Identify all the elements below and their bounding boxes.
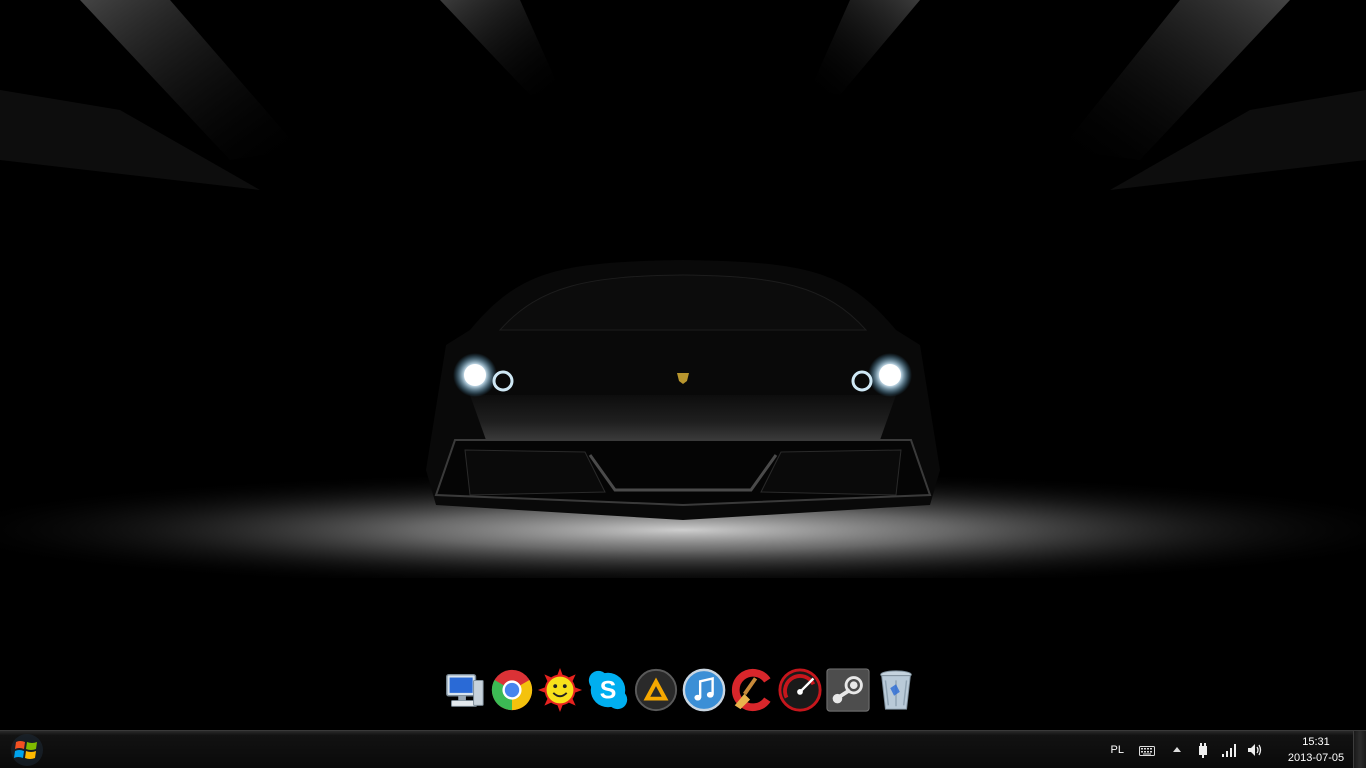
system-tray: PL 15:31 2013-07-05 <box>1111 731 1352 768</box>
steam-icon[interactable] <box>824 666 872 714</box>
show-desktop-button[interactable] <box>1353 731 1366 768</box>
speedometer-icon[interactable] <box>776 666 824 714</box>
show-hidden-icons-icon[interactable] <box>1168 741 1186 759</box>
dock: S <box>440 664 920 716</box>
chrome-icon[interactable] <box>488 666 536 714</box>
power-plug-icon[interactable] <box>1194 741 1212 759</box>
skype-icon[interactable]: S <box>584 666 632 714</box>
ccleaner-icon[interactable] <box>728 666 776 714</box>
recycle-bin-icon[interactable] <box>872 666 920 714</box>
keyboard-icon[interactable] <box>1138 741 1156 759</box>
volume-icon[interactable] <box>1246 741 1264 759</box>
start-button[interactable] <box>2 731 52 768</box>
network-signal-icon[interactable] <box>1220 741 1238 759</box>
itunes-icon[interactable] <box>680 666 728 714</box>
windows-logo-icon <box>11 733 43 766</box>
taskbar: PL 15:31 2013-07-05 <box>0 730 1366 768</box>
aimp-icon[interactable] <box>632 666 680 714</box>
wallpaper <box>0 0 1366 730</box>
desktop[interactable]: S <box>0 0 1366 730</box>
language-indicator[interactable]: PL <box>1111 744 1124 756</box>
svg-text:S: S <box>600 677 617 705</box>
computer-icon[interactable] <box>440 666 488 714</box>
clock[interactable]: 15:31 2013-07-05 <box>1280 734 1352 766</box>
sun-smiley-icon[interactable] <box>536 666 584 714</box>
clock-date: 2013-07-05 <box>1287 751 1345 764</box>
clock-time: 15:31 <box>1302 735 1330 748</box>
